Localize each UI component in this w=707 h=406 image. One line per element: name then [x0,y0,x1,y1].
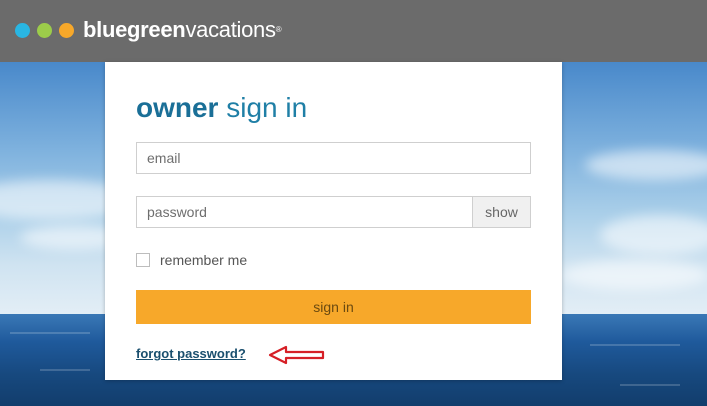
remember-me-checkbox[interactable] [136,253,150,267]
logo-regular-text: vacations [185,17,276,42]
email-field-wrapper [136,142,531,174]
remember-me-row: remember me [136,252,247,268]
logo-wordmark: bluegreenvacations® [83,17,282,42]
logo-dot-green [37,22,52,38]
wave-line [620,384,680,386]
password-input[interactable] [137,197,472,227]
email-input[interactable] [137,143,530,173]
remember-me-label[interactable]: remember me [160,252,247,268]
logo-dot-blue [15,22,30,38]
show-password-button[interactable]: show [472,196,531,228]
logo-dot-orange [59,22,74,38]
wave-line [40,369,90,371]
signin-title-bold: owner [136,92,219,123]
password-field-wrapper [136,196,473,228]
registered-mark: ® [275,25,282,34]
signin-title-regular: sign in [218,92,308,123]
site-header: bluegreenvacations® [0,0,707,62]
cloud-shape [560,260,707,290]
signin-title: owner sign in [136,90,307,126]
left-arrow-icon [268,345,325,365]
logo-bold-text: bluegreen [83,17,186,42]
bluegreen-logo[interactable]: bluegreenvacations® [15,17,282,42]
wave-line [10,332,90,334]
forgot-password-link[interactable]: forgot password? [136,346,246,361]
wave-line [590,344,680,346]
signin-panel: owner sign in show remember me sign in f… [105,62,562,380]
signin-button[interactable]: sign in [136,290,531,324]
